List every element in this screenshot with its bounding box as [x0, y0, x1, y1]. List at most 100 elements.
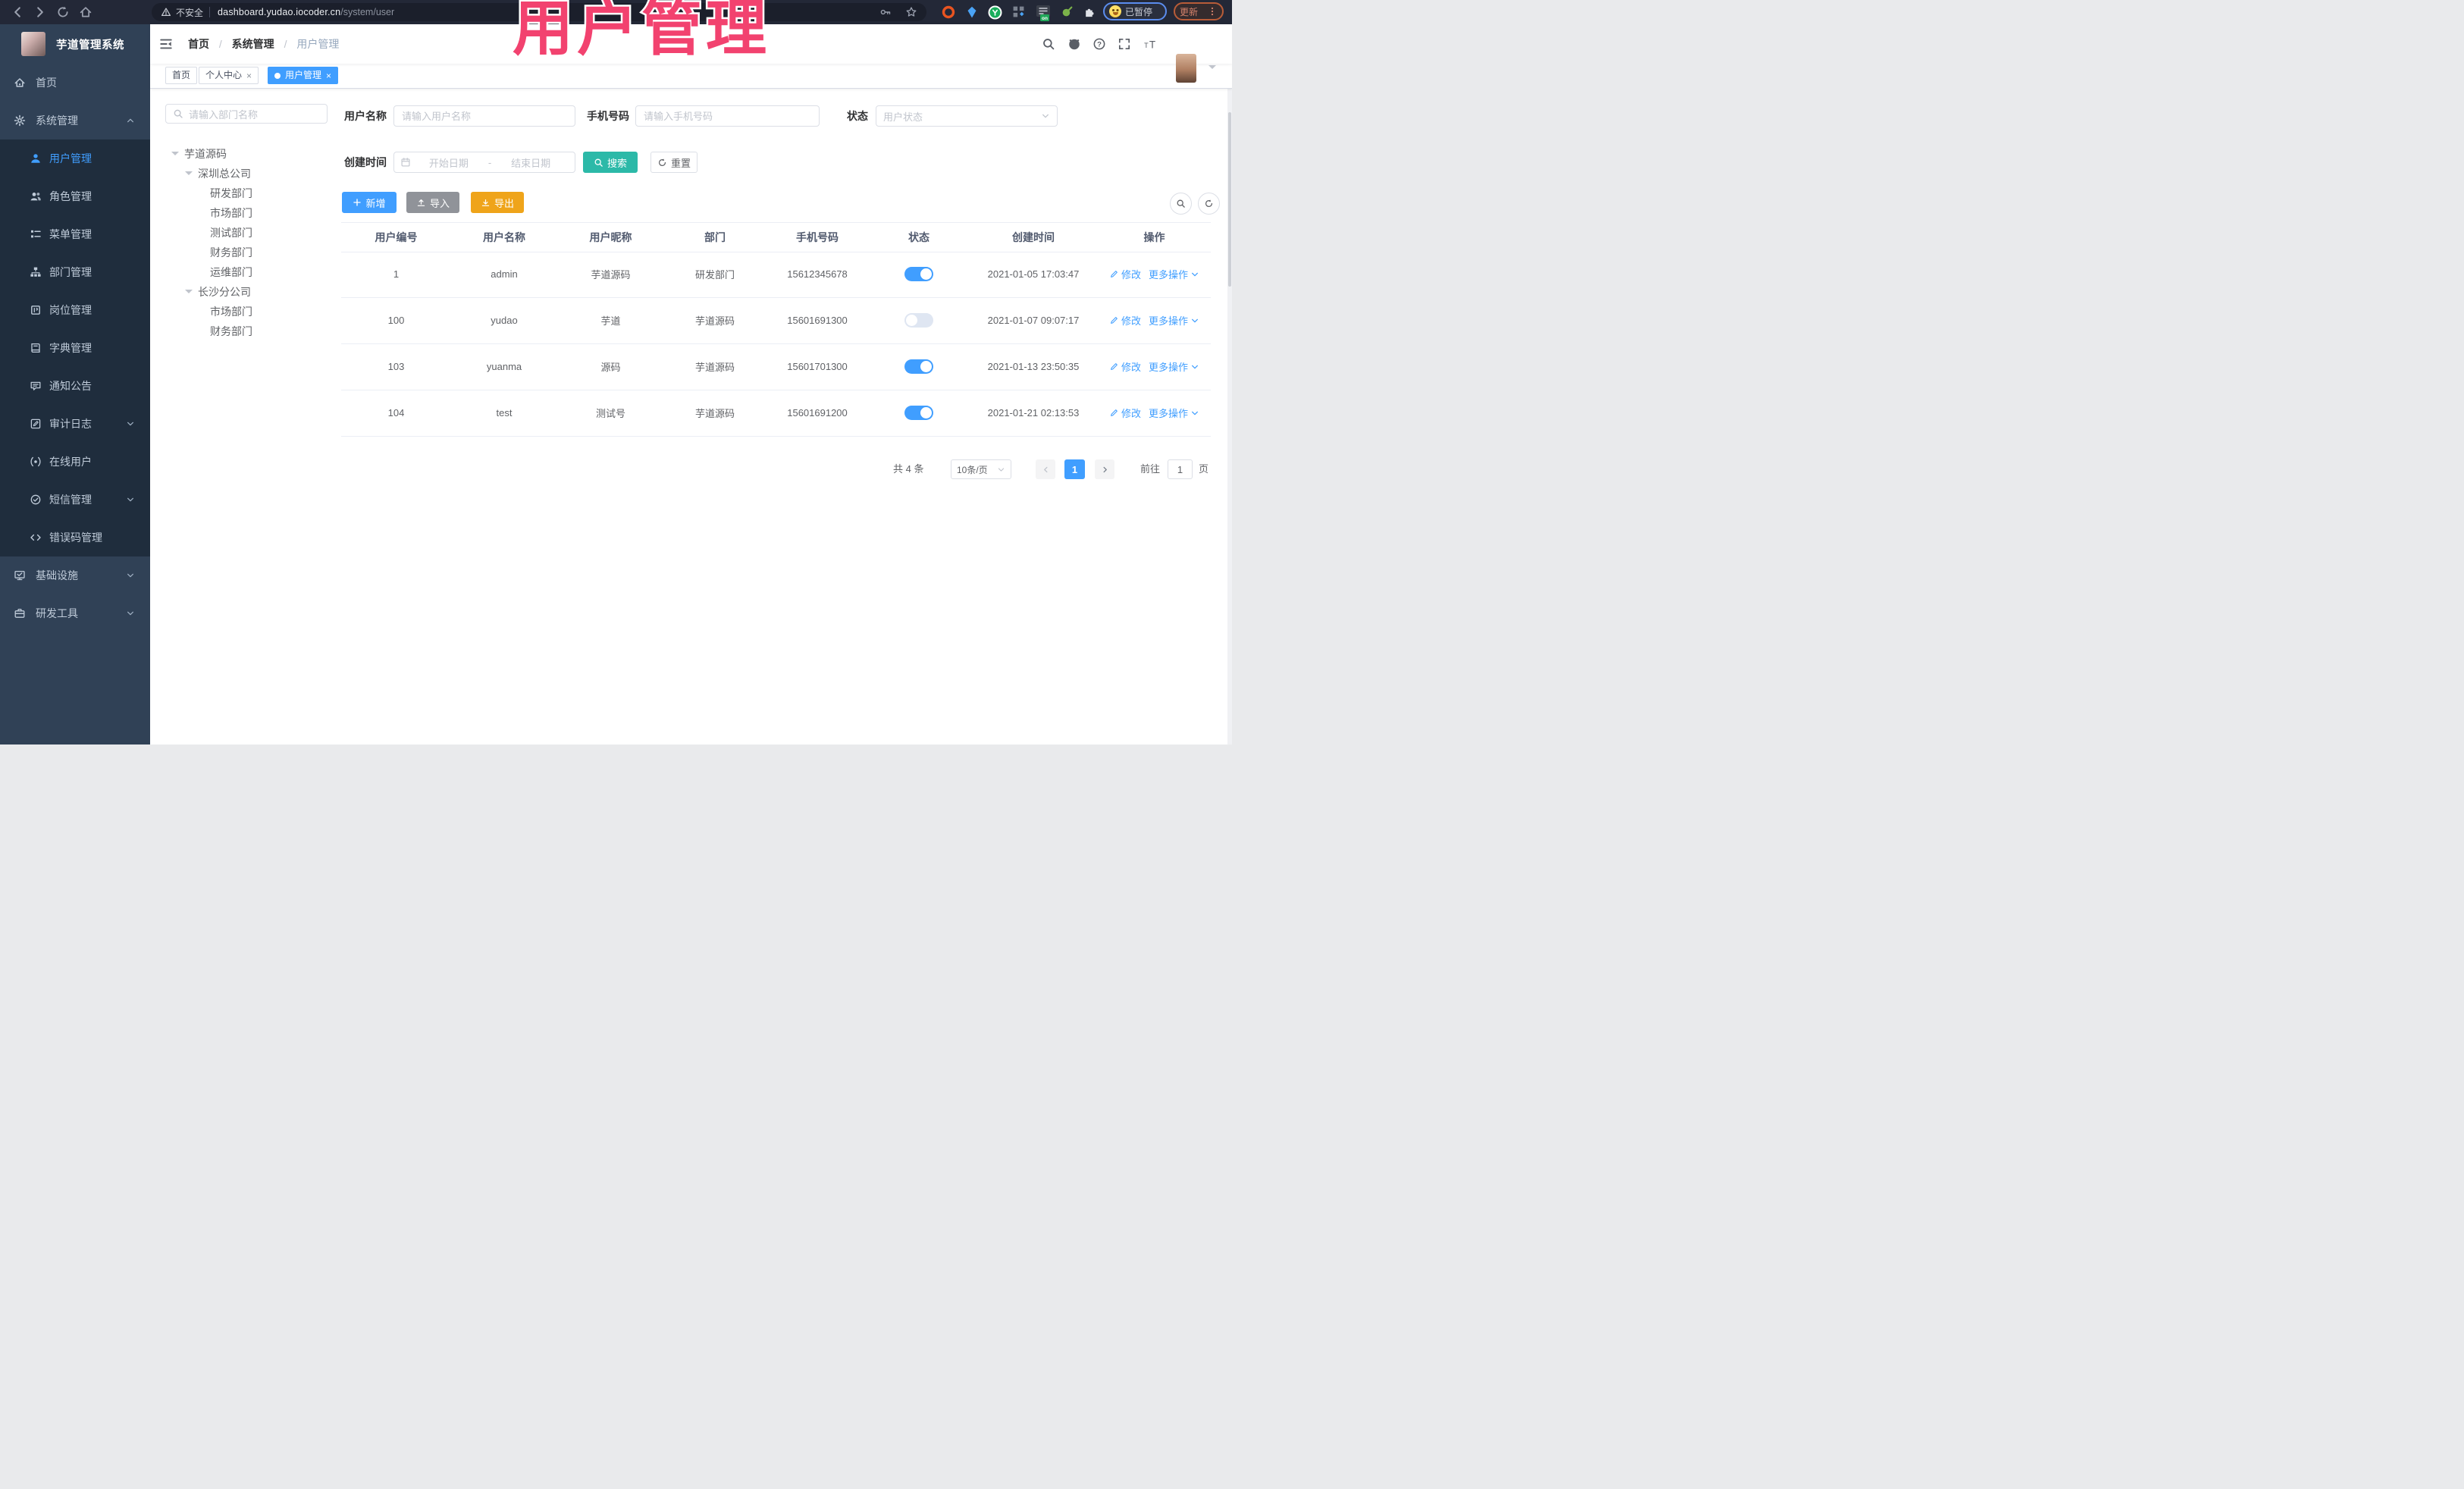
tree-node-dept[interactable]: 研发部门	[165, 183, 332, 203]
goto-page-input[interactable]	[1168, 459, 1193, 479]
edit-link[interactable]: 修改	[1109, 359, 1141, 374]
download-icon	[481, 198, 491, 208]
sidebar-item-post-mgmt[interactable]: 岗位管理	[0, 291, 150, 329]
caret-down-icon[interactable]	[185, 171, 193, 179]
mobile-input[interactable]	[635, 105, 820, 127]
sidebar-item-notice[interactable]: 通知公告	[0, 367, 150, 405]
tree-node-dept[interactable]: 市场部门	[165, 203, 332, 223]
sidebar-item-role-mgmt[interactable]: 角色管理	[0, 177, 150, 215]
chevron-down-icon	[1190, 409, 1199, 418]
breadcrumb-home[interactable]: 首页	[188, 38, 209, 50]
sidebar-item-user-mgmt[interactable]: 用户管理	[0, 139, 150, 177]
page-scrollbar[interactable]	[1227, 24, 1232, 744]
search-icon	[173, 108, 183, 119]
add-button[interactable]: 新增	[342, 192, 397, 213]
close-icon[interactable]: ×	[326, 71, 331, 80]
tab-profile[interactable]: 个人中心 ×	[199, 67, 259, 84]
pagination-total: 共 4 条	[893, 463, 924, 475]
help-icon[interactable]	[1092, 37, 1106, 51]
tree-node-dept[interactable]: 测试部门	[165, 223, 332, 243]
sidebar-item-dev-tools[interactable]: 研发工具	[0, 594, 150, 632]
github-icon[interactable]	[1067, 37, 1081, 51]
tree-node-dept[interactable]: 财务部门	[165, 243, 332, 262]
username-input[interactable]	[393, 105, 575, 127]
reset-button[interactable]: 重置	[650, 152, 698, 173]
browser-forward-icon[interactable]	[33, 5, 47, 19]
user-avatar[interactable]	[1176, 54, 1196, 83]
sidebar-item-errcode-mgmt[interactable]: 错误码管理	[0, 519, 150, 556]
date-range-picker[interactable]: 开始日期 - 结束日期	[393, 152, 575, 173]
import-button[interactable]: 导入	[406, 192, 459, 213]
sidebar-item-sms-mgmt[interactable]: 短信管理	[0, 481, 150, 519]
sidebar-item-audit-log[interactable]: 审计日志	[0, 405, 150, 443]
close-icon[interactable]: ×	[246, 71, 252, 80]
more-actions-link[interactable]: 更多操作	[1149, 359, 1199, 374]
edit-link[interactable]: 修改	[1109, 313, 1141, 328]
status-select[interactable]: 用户状态	[876, 105, 1058, 127]
dept-tree: 芋道源码 深圳总公司 研发部门 市场部门 测试部门 财务部门 运维部门 长沙分公…	[165, 144, 332, 341]
sidebar-item-system[interactable]: 系统管理	[0, 102, 150, 139]
status-toggle[interactable]	[904, 267, 933, 281]
sidebar-item-dict-mgmt[interactable]: 字典管理	[0, 329, 150, 367]
status-toggle[interactable]	[904, 313, 933, 328]
page-unit-label: 页	[1199, 463, 1209, 475]
current-page-button[interactable]: 1	[1064, 459, 1085, 479]
sidebar-item-dept-mgmt[interactable]: 部门管理	[0, 253, 150, 291]
sidebar-item-menu-mgmt[interactable]: 菜单管理	[0, 215, 150, 253]
tree-node-root[interactable]: 芋道源码	[165, 144, 332, 164]
sidebar-item-home[interactable]: 首页	[0, 64, 150, 102]
url-divider	[209, 7, 211, 17]
refresh-table-button[interactable]	[1198, 193, 1220, 215]
leaf-extension-icon[interactable]	[1061, 5, 1074, 19]
extensions-puzzle-icon[interactable]	[1083, 5, 1097, 19]
avatar-caret-icon[interactable]	[1208, 65, 1216, 73]
tab-home[interactable]: 首页	[165, 67, 198, 84]
caret-down-icon[interactable]	[185, 290, 193, 297]
sidebar-item-online-users[interactable]: 在线用户	[0, 443, 150, 481]
browser-profile-chip[interactable]: 已暂停	[1103, 2, 1167, 20]
fullscreen-icon[interactable]	[1118, 37, 1131, 51]
chevron-down-icon	[1190, 362, 1199, 371]
tree-node-company[interactable]: 长沙分公司	[165, 282, 332, 302]
browser-reload-icon[interactable]	[56, 5, 70, 19]
password-key-icon[interactable]	[879, 6, 892, 18]
more-actions-link[interactable]: 更多操作	[1149, 313, 1199, 328]
browser-back-icon[interactable]	[11, 5, 24, 19]
gem-extension-icon[interactable]	[965, 5, 979, 19]
prev-page-button[interactable]	[1036, 459, 1055, 479]
dept-search-input[interactable]: 请输入部门名称	[165, 104, 328, 124]
scrollbar-thumb[interactable]	[1228, 112, 1231, 287]
green-y-extension-icon[interactable]	[988, 5, 1002, 20]
bookmark-star-icon[interactable]	[905, 6, 917, 18]
refresh-icon	[1204, 199, 1214, 208]
browser-update-button[interactable]: 更新	[1174, 2, 1224, 20]
collapse-sidebar-icon[interactable]	[159, 37, 173, 51]
next-page-button[interactable]	[1095, 459, 1114, 479]
search-button[interactable]: 搜索	[583, 152, 638, 173]
browser-menu-dots-icon[interactable]	[1207, 6, 1218, 17]
breadcrumb-system[interactable]: 系统管理	[232, 38, 274, 50]
edit-link[interactable]: 修改	[1109, 406, 1141, 420]
more-actions-link[interactable]: 更多操作	[1149, 267, 1199, 281]
tree-node-company[interactable]: 深圳总公司	[165, 164, 332, 183]
page-size-select[interactable]: 10条/页	[951, 459, 1011, 479]
tab-user-mgmt[interactable]: 用户管理 ×	[268, 67, 339, 84]
sidebar-item-infra[interactable]: 基础设施	[0, 556, 150, 594]
edit-link[interactable]: 修改	[1109, 267, 1141, 281]
font-size-icon[interactable]	[1143, 37, 1157, 51]
app-logo-row[interactable]: 芋道管理系统	[0, 24, 150, 64]
more-actions-link[interactable]: 更多操作	[1149, 406, 1199, 420]
status-toggle[interactable]	[904, 359, 933, 374]
toggle-search-button[interactable]	[1170, 193, 1192, 215]
header-search-icon[interactable]	[1042, 37, 1055, 51]
orange-extension-icon[interactable]	[942, 5, 955, 19]
grid-extension-icon[interactable]	[1012, 5, 1026, 19]
tree-node-dept[interactable]: 运维部门	[165, 262, 332, 282]
export-button[interactable]: 导出	[471, 192, 524, 213]
browser-home-icon[interactable]	[79, 5, 92, 19]
caret-down-icon[interactable]	[171, 152, 179, 159]
onetab-extension-icon[interactable]: on	[1036, 5, 1050, 21]
tree-node-dept[interactable]: 财务部门	[165, 321, 332, 341]
status-toggle[interactable]	[904, 406, 933, 420]
tree-node-dept[interactable]: 市场部门	[165, 302, 332, 321]
